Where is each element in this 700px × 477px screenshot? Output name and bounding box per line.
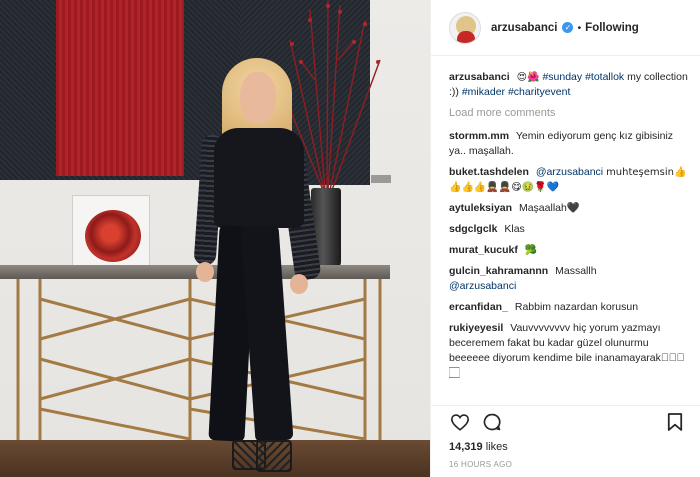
comment-username[interactable]: aytuleksiyan (449, 202, 512, 214)
post-photo[interactable] (0, 0, 430, 477)
list-item: sdgclgclk Klas (449, 222, 690, 237)
post-header: arzusabanci ✓ • Following (431, 0, 700, 56)
hashtag-sunday[interactable]: #sunday (542, 71, 582, 83)
list-item: stormm.mm Yemin ediyorum genç kız gibisi… (449, 129, 690, 159)
comment-bubble-icon[interactable] (481, 411, 503, 433)
header-username[interactable]: arzusabanci (491, 22, 557, 34)
comment-text: Klas (504, 223, 525, 235)
comment-text: Maşaallah🖤 (518, 202, 580, 214)
list-item: rukiyeyesil Vauvvvvvvvv hiç yorum yazmay… (449, 321, 690, 381)
avatar-body (457, 30, 475, 43)
black-top (214, 128, 304, 228)
avatar[interactable] (449, 11, 481, 44)
comment-text: Massallh (555, 265, 597, 277)
caption-username[interactable]: arzusabanci (449, 71, 510, 83)
post-sidebar: arzusabanci ✓ • Following arzusabanci 😍🌺… (430, 0, 700, 477)
following-button[interactable]: Following (585, 22, 639, 34)
comment-mention[interactable]: @arzusabanci (449, 280, 516, 292)
right-hand (290, 274, 308, 294)
comments-section: arzusabanci 😍🌺 #sunday #totallok my coll… (431, 56, 700, 405)
comment-text: 🥦 (524, 245, 538, 256)
separator-dot: • (577, 21, 582, 34)
artwork-label (371, 175, 391, 183)
list-item: aytuleksiyan Maşaallah🖤 (449, 201, 690, 216)
comment-username[interactable]: ercanfidan_ (449, 301, 508, 313)
likes-number: 14,319 (449, 441, 483, 453)
hashtag-charityevent[interactable]: #charityevent (508, 86, 570, 98)
verified-badge-icon: ✓ (562, 22, 574, 33)
comment-username[interactable]: stormm.mm (449, 130, 509, 142)
likes-label: likes (485, 441, 508, 453)
action-bar (431, 405, 700, 437)
hashtag-totallok[interactable]: #totallok (585, 71, 624, 83)
comment-mention[interactable]: @arzusabanci (536, 166, 603, 178)
post-timestamp: 16 HOURS AGO (449, 460, 513, 469)
list-item: gulcin_kahramannn Massallh @arzusabanci (449, 264, 690, 294)
woman-face (240, 72, 276, 124)
likes-count[interactable]: 14,319 likes (431, 437, 700, 455)
heart-icon[interactable] (449, 411, 471, 433)
list-item: murat_kucukf 🥦 (449, 243, 690, 258)
table-top (0, 265, 390, 279)
comment-username[interactable]: gulcin_kahramannn (449, 265, 548, 277)
red-sculpture (85, 210, 141, 262)
comment-username[interactable]: sdgclgclk (449, 223, 497, 235)
caption: arzusabanci 😍🌺 #sunday #totallok my coll… (449, 70, 690, 100)
red-artwork (56, 0, 184, 176)
table-frame (16, 279, 382, 444)
load-more-comments-link[interactable]: Load more comments (449, 106, 690, 121)
list-item: ercanfidan_ Rabbim nazardan korusun (449, 300, 690, 315)
instagram-post: arzusabanci ✓ • Following arzusabanci 😍🌺… (0, 0, 700, 477)
comment-text: Rabbim nazardan korusun (514, 301, 639, 313)
comment-username[interactable]: rukiyeyesil (449, 322, 503, 334)
bookmark-icon[interactable] (664, 411, 686, 433)
left-hand (196, 262, 214, 282)
comment-username[interactable]: murat_kucukf (449, 244, 518, 256)
caption-emoji: 😍🌺 (516, 72, 540, 83)
list-item: buket.tashdelen @arzusabanci muhteşemsin… (449, 165, 690, 195)
right-sandal (256, 440, 292, 472)
comment-username[interactable]: buket.tashdelen (449, 166, 529, 178)
hashtag-mikader[interactable]: #mikader (462, 86, 505, 98)
wooden-floor (0, 440, 430, 477)
